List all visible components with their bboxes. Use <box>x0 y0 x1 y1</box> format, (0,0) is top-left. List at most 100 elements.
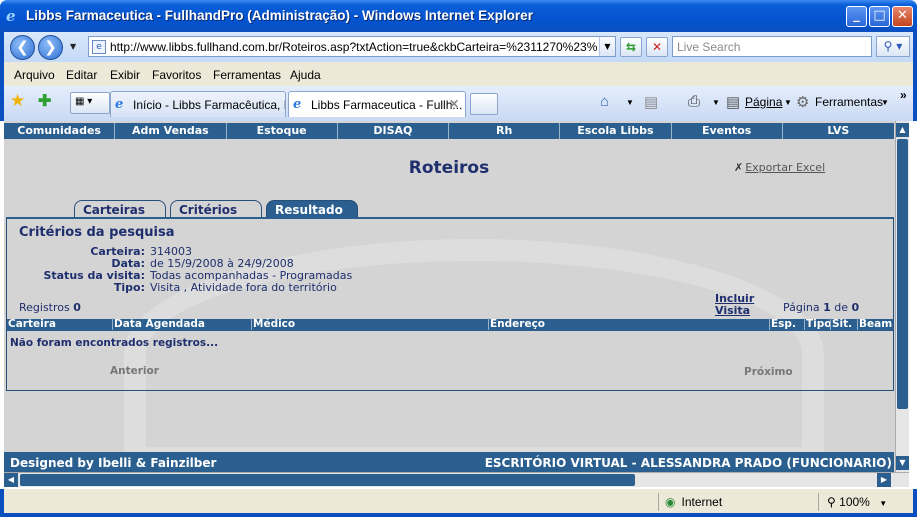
tab-inicio[interactable]: e Início - Libbs Farmacêutica, F... <box>110 91 286 117</box>
nav-lvs[interactable]: LVS <box>783 123 894 139</box>
virtual-office-user: ESCRITÓRIO VIRTUAL - ALESSANDRA PRADO (F… <box>484 456 892 470</box>
close-tab-icon[interactable]: ✕ <box>449 97 459 111</box>
menu-editar[interactable]: Editar <box>66 68 97 82</box>
print-dropdown-icon[interactable]: ▼ <box>712 98 720 107</box>
nav-comunidades[interactable]: Comunidades <box>4 123 116 139</box>
globe-icon: ◉ <box>665 495 676 509</box>
vertical-scrollbar[interactable]: ▲ ▼ <box>895 121 909 472</box>
print-icon[interactable]: ⎙ <box>688 93 700 110</box>
page-menu-icon: ▤ <box>726 94 741 111</box>
horizontal-scroll-thumb[interactable] <box>20 474 635 486</box>
pagina-label: Página <box>783 301 820 314</box>
minimize-button[interactable]: _ <box>846 6 867 27</box>
results-table-header: Carteira Data Agendada Médico Endereço E… <box>7 318 893 331</box>
search-button[interactable]: ⚲ ▾ <box>876 36 910 57</box>
col-medico[interactable]: Médico <box>251 318 295 330</box>
next-page-link[interactable]: Próximo <box>744 366 793 378</box>
criteria-value: Visita , Atividade fora do território <box>150 281 337 294</box>
col-data-agendada[interactable]: Data Agendada <box>112 318 205 330</box>
col-tipo[interactable]: Tipo <box>804 318 832 330</box>
window-title: Libbs Farmaceutica - FullhandPro (Admini… <box>26 8 533 23</box>
maximize-button[interactable]: □ <box>869 6 890 27</box>
page-dropdown-icon[interactable]: ▼ <box>784 98 792 107</box>
col-sit[interactable]: Sit. <box>830 318 852 330</box>
page-icon: e <box>92 40 106 54</box>
more-commands-icon[interactable]: » <box>900 88 907 102</box>
registros-count: Registros 0 <box>19 301 81 314</box>
refresh-button[interactable]: ⇆ <box>620 37 642 57</box>
empty-results-message: Não foram encontrados registros... <box>10 337 219 349</box>
scroll-left-icon[interactable]: ◀ <box>4 473 18 487</box>
page-footer: Designed by Ibelli & Fainzilber ESCRITÓR… <box>4 452 894 472</box>
add-favorites-icon[interactable]: ✚ <box>38 91 51 111</box>
ie-page-icon: e <box>293 97 302 112</box>
export-excel-link[interactable]: ✗ Exportar Excel <box>734 161 825 174</box>
pagina-total: 0 <box>851 301 860 314</box>
close-window-button[interactable]: ✕ <box>892 6 913 27</box>
zoom-dropdown-icon[interactable]: ▼ <box>879 499 887 508</box>
ie-logo-icon: e <box>6 7 16 25</box>
address-bar[interactable]: e http://www.libbs.fullhand.com.br/Rotei… <box>88 36 616 57</box>
nav-adm-vendas[interactable]: Adm Vendas <box>115 123 227 139</box>
tools-dropdown-icon[interactable]: ▼ <box>881 98 889 107</box>
page-content: Comunidades Adm Vendas Estoque DISAQ Rh … <box>4 121 909 472</box>
col-esp[interactable]: Esp. <box>769 318 796 330</box>
url-text[interactable]: http://www.libbs.fullhand.com.br/Roteiro… <box>110 40 598 54</box>
forward-button[interactable]: ❯ <box>38 35 63 60</box>
scroll-right-icon[interactable]: ▶ <box>877 473 891 487</box>
menu-ferramentas[interactable]: Ferramentas <box>213 68 281 82</box>
col-endereco[interactable]: Endereço <box>488 318 545 330</box>
feeds-icon[interactable]: ▤ <box>644 93 658 111</box>
nav-disaq[interactable]: DISAQ <box>338 123 449 139</box>
criteria-title: Critérios da pesquisa <box>19 225 175 240</box>
menu-ajuda[interactable]: Ajuda <box>290 68 321 82</box>
stop-button[interactable]: ✕ <box>646 37 668 57</box>
tab-roteiros[interactable]: e Libbs Farmaceutica - Fullh... ✕ <box>288 91 466 117</box>
page-menu[interactable]: Página <box>745 95 782 109</box>
criteria-label: Tipo: <box>113 281 145 294</box>
vertical-scroll-thumb[interactable] <box>897 139 908 409</box>
pagina-current: 1 <box>823 301 831 314</box>
col-carteira[interactable]: Carteira <box>7 318 56 330</box>
home-icon[interactable]: ⌂ <box>600 93 609 110</box>
tab-carteiras[interactable]: Carteiras <box>74 200 166 218</box>
tab-label: Início - Libbs Farmacêutica, F... <box>133 98 286 112</box>
address-toolbar: ❮ ❯ ▼ e http://www.libbs.fullhand.com.br… <box>0 32 917 62</box>
gear-icon: ⚙ <box>796 94 810 111</box>
zoom-level: 100% <box>839 495 870 509</box>
nav-escola-libbs[interactable]: Escola Libbs <box>560 123 672 139</box>
pagination-info: Página 1 de 0 <box>783 301 859 314</box>
horizontal-scrollbar[interactable]: ◀ ▶ <box>4 472 909 487</box>
address-dropdown-icon[interactable]: ▼ <box>599 37 615 56</box>
back-button[interactable]: ❮ <box>10 35 35 60</box>
nav-rh[interactable]: Rh <box>449 123 561 139</box>
recent-pages-dropdown-icon[interactable]: ▼ <box>70 42 76 51</box>
zone-label: Internet <box>681 495 723 509</box>
new-tab-button[interactable] <box>470 93 498 115</box>
zoom-icon: ⚲ <box>827 495 836 509</box>
registros-label: Registros <box>19 301 70 314</box>
menu-arquivo[interactable]: Arquivo <box>14 68 55 82</box>
export-excel-label: Exportar Excel <box>745 161 826 174</box>
search-input[interactable]: Live Search <box>672 36 872 57</box>
status-bar: ◉ Internet ⚲ 100% ▼ <box>0 489 917 517</box>
nav-eventos[interactable]: Eventos <box>672 123 783 139</box>
home-dropdown-icon[interactable]: ▼ <box>626 98 634 107</box>
menu-exibir[interactable]: Exibir <box>110 68 140 82</box>
pagina-de: de <box>834 301 849 314</box>
tab-resultado[interactable]: Resultado <box>266 200 358 218</box>
registros-value: 0 <box>73 301 81 314</box>
scroll-up-icon[interactable]: ▲ <box>896 123 909 137</box>
favorites-star-icon[interactable]: ★ <box>10 91 25 111</box>
tab-criterios[interactable]: Critérios <box>170 200 262 218</box>
menu-favoritos[interactable]: Favoritos <box>152 68 201 82</box>
incluir-visita-link[interactable]: Incluir Visita <box>715 293 755 317</box>
zoom-control[interactable]: ⚲ 100% ▼ <box>818 493 908 511</box>
nav-estoque[interactable]: Estoque <box>227 123 338 139</box>
previous-page-link[interactable]: Anterior <box>110 365 159 377</box>
quick-tabs-button[interactable]: ▦ ▾ <box>70 92 110 114</box>
scroll-down-icon[interactable]: ▼ <box>896 456 909 470</box>
tools-menu[interactable]: Ferramentas <box>815 95 883 109</box>
col-beam[interactable]: Beam <box>857 318 892 330</box>
results-panel: Critérios da pesquisa Carteira: 314003 D… <box>6 217 894 391</box>
